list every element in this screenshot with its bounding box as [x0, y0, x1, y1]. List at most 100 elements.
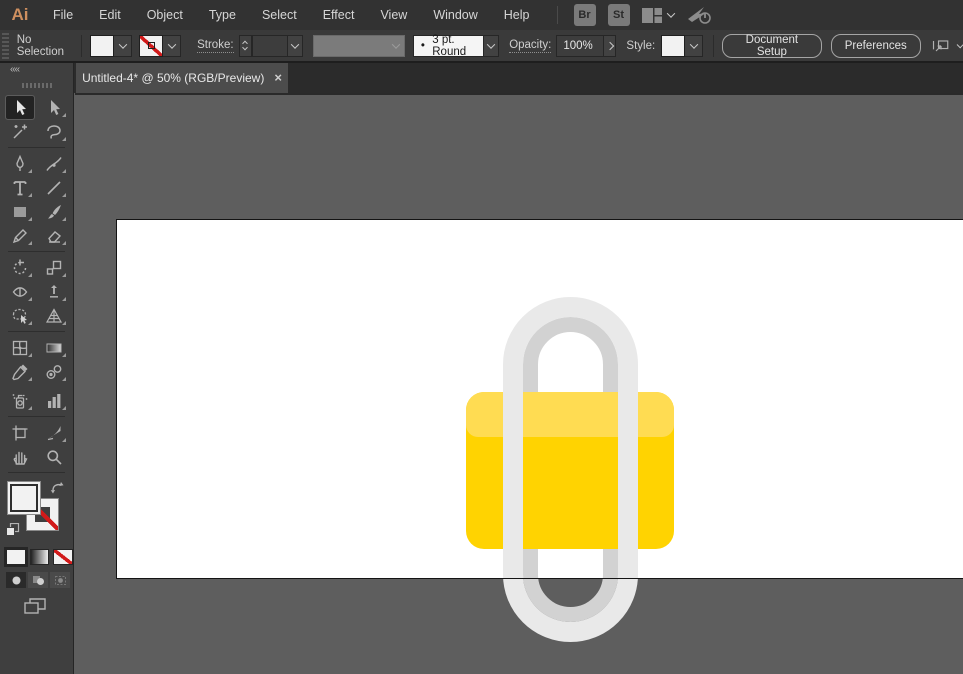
curvature-tool[interactable]	[40, 152, 68, 175]
scale-tool[interactable]	[40, 256, 68, 279]
stroke-hole	[148, 41, 156, 49]
chevron-down-icon	[666, 9, 675, 18]
direct-selection-tool[interactable]	[40, 96, 68, 119]
lock-artwork	[466, 297, 674, 642]
menu-edit[interactable]: Edit	[86, 0, 134, 30]
fill-stroke-indicator	[0, 479, 73, 545]
puppet-warp-tool[interactable]	[40, 280, 68, 303]
document-tab-title: Untitled-4* @ 50% (RGB/Preview)	[82, 70, 265, 85]
document-tab[interactable]: Untitled-4* @ 50% (RGB/Preview) ×	[76, 62, 288, 93]
screen-mode-icon[interactable]	[24, 598, 46, 614]
draw-behind-button[interactable]	[28, 572, 48, 588]
type-tool[interactable]	[6, 176, 34, 199]
close-tab-icon[interactable]: ×	[274, 71, 282, 84]
paintbrush-tool[interactable]	[40, 200, 68, 223]
chevron-down-icon	[167, 39, 176, 49]
menu-help[interactable]: Help	[491, 0, 543, 30]
fill-color-dropdown[interactable]	[90, 34, 133, 57]
chevron-down-icon[interactable]	[956, 40, 963, 49]
drawing-mode-buttons	[0, 572, 73, 588]
brush-dropdown-button[interactable]	[483, 34, 500, 57]
fill-proxy[interactable]	[7, 481, 41, 515]
lasso-tool[interactable]	[40, 120, 68, 143]
stroke-color-dropdown[interactable]	[139, 34, 182, 57]
divider	[713, 34, 715, 57]
separator	[8, 251, 65, 252]
stroke-weight-stepper[interactable]	[238, 34, 253, 57]
rotate-tool[interactable]	[6, 256, 34, 279]
bridge-button[interactable]: Br	[573, 4, 596, 26]
shape-builder-tool[interactable]	[6, 304, 34, 327]
layout-panels-icon	[641, 7, 662, 23]
document-setup-button[interactable]: Document Setup	[722, 33, 822, 58]
magic-wand-tool[interactable]	[6, 120, 34, 143]
chevron-down-icon	[486, 39, 496, 49]
eyedropper-tool[interactable]	[6, 360, 34, 383]
menu-window[interactable]: Window	[420, 0, 490, 30]
arrange-documents-icon[interactable]	[931, 37, 951, 55]
opacity-expand-button[interactable]	[603, 34, 617, 57]
color-button[interactable]	[4, 547, 28, 567]
preferences-button[interactable]: Preferences	[830, 33, 921, 58]
chevron-down-icon	[118, 39, 127, 49]
selection-tool[interactable]	[4, 95, 35, 120]
separator	[8, 416, 65, 417]
blend-tool[interactable]	[40, 360, 68, 383]
collapse-panel-icon[interactable]: ««	[10, 64, 20, 75]
stroke-weight-dropdown[interactable]	[287, 34, 303, 57]
menu-effect[interactable]: Effect	[310, 0, 368, 30]
artboard-tool[interactable]	[6, 421, 34, 444]
paint-type-buttons	[0, 547, 74, 567]
stroke-weight-field[interactable]	[252, 34, 288, 57]
chevron-right-icon	[605, 41, 614, 50]
line-segment-tool[interactable]	[40, 176, 68, 199]
zoom-tool[interactable]	[40, 445, 68, 468]
column-graph-tool[interactable]	[40, 389, 68, 412]
chevron-down-icon	[391, 39, 400, 49]
toolbar-header: ««	[0, 62, 74, 93]
workspace-layout-switcher[interactable]	[641, 7, 675, 23]
stepper-down-icon	[242, 44, 249, 51]
tab-bar: «« Untitled-4* @ 50% (RGB/Preview) ×	[0, 62, 963, 93]
style-label: Style:	[626, 39, 656, 52]
draw-inside-button[interactable]	[50, 572, 70, 588]
canvas-viewport[interactable]	[75, 93, 963, 674]
style-dropdown[interactable]	[661, 34, 704, 57]
menu-view[interactable]: View	[367, 0, 420, 30]
gpu-performance-icon[interactable]	[686, 5, 712, 25]
pencil-tool[interactable]	[6, 224, 34, 247]
gradient-tool[interactable]	[40, 336, 68, 359]
mesh-tool[interactable]	[6, 336, 34, 359]
separator	[8, 472, 65, 473]
panel-grip[interactable]	[2, 32, 9, 59]
separator	[8, 331, 65, 332]
opacity-field[interactable]: 100%	[556, 34, 604, 57]
lock-body-highlight[interactable]	[466, 392, 674, 437]
slice-tool[interactable]	[40, 421, 68, 444]
width-tool[interactable]	[6, 280, 34, 303]
menu-type[interactable]: Type	[196, 0, 249, 30]
divider	[556, 6, 558, 24]
opacity-label[interactable]: Opacity:	[509, 39, 552, 53]
toolbar-grip[interactable]	[22, 83, 52, 88]
tools-panel	[0, 93, 74, 674]
default-fill-stroke-icon[interactable]	[6, 523, 20, 536]
rectangle-tool[interactable]	[6, 200, 34, 223]
eraser-tool[interactable]	[40, 224, 68, 247]
swap-fill-stroke-icon[interactable]	[50, 481, 64, 494]
gradient-button[interactable]	[29, 549, 50, 565]
none-button[interactable]	[53, 549, 74, 565]
menu-select[interactable]: Select	[249, 0, 310, 30]
menu-file[interactable]: File	[40, 0, 86, 30]
hand-tool[interactable]	[6, 445, 34, 468]
stock-button[interactable]: St	[607, 4, 630, 26]
perspective-grid-tool[interactable]	[40, 304, 68, 327]
pen-tool[interactable]	[6, 152, 34, 175]
stroke-weight-label[interactable]: Stroke:	[197, 39, 234, 53]
symbol-sprayer-tool[interactable]	[6, 389, 34, 412]
divider	[81, 34, 83, 57]
brush-preview-dot: •	[420, 39, 425, 52]
draw-normal-button[interactable]	[6, 572, 26, 588]
brush-definition-dropdown[interactable]: • 3 pt. Round	[412, 34, 484, 58]
menu-object[interactable]: Object	[134, 0, 196, 30]
